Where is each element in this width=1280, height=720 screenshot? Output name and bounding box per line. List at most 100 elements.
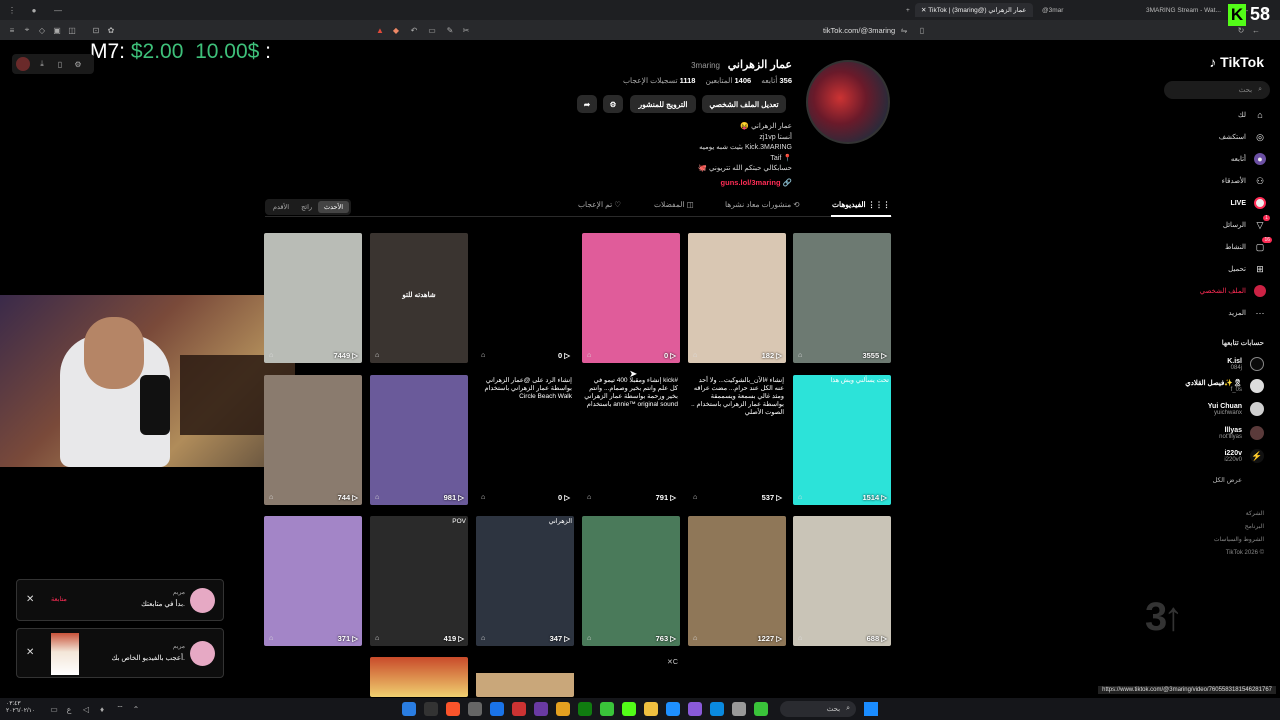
app-icon[interactable] (468, 702, 482, 716)
video-card[interactable]: ⌂ 7449 ▷ (264, 233, 362, 363)
video-card[interactable]: تحت يسألني ويش هذا ⌂ 1514 ▷ (793, 375, 891, 505)
edge-icon[interactable] (402, 702, 416, 716)
network-icon[interactable]: ⌔ (114, 703, 126, 715)
following-account[interactable]: Yui Chuan yuichwanx (1208, 402, 1264, 416)
location-icon[interactable]: ⌖ (21, 24, 33, 36)
browser-menu-icon[interactable]: ⋮ (6, 4, 18, 16)
sidebar-item-more[interactable]: المزيد ··· (1228, 305, 1266, 321)
url-field[interactable]: tikTok.com/@3maring (823, 26, 895, 35)
sort-oldest[interactable]: الأقدم (267, 201, 295, 213)
minimize-icon[interactable]: — (52, 4, 64, 16)
tab-icon[interactable]: ▣ (51, 24, 63, 36)
sidebar-icon[interactable]: ◫ (66, 24, 78, 36)
sidebar-item-friends[interactable]: الأصدقاء ⚇ (1222, 173, 1266, 189)
kick-icon[interactable] (622, 702, 636, 716)
video-card[interactable]: ⌂ 182 ▷ (688, 233, 786, 363)
video-card[interactable]: ⌂ 1227 ▷ (688, 516, 786, 646)
video-card[interactable]: ⌂ 371 ▷ (264, 516, 362, 646)
video-card[interactable]: ⌂ 0 ▷ (476, 233, 574, 363)
video-card[interactable]: ⌂ 744 ▷ (264, 375, 362, 505)
shield-icon[interactable]: ◆ (390, 24, 402, 36)
edit-icon[interactable]: ✎ (444, 24, 456, 36)
profile-avatar[interactable] (806, 60, 890, 144)
language-icon[interactable]: ع (63, 703, 75, 715)
back-icon[interactable]: ↶ (408, 24, 420, 36)
reader-icon[interactable]: ⇋ (898, 24, 910, 36)
tab-3mar[interactable]: @3mar (1036, 3, 1136, 17)
edit-profile-button[interactable]: تعديل الملف الشخصي (702, 95, 786, 113)
minecraft-icon[interactable] (600, 702, 614, 716)
tab-tiktok[interactable]: ✕ TikTok | (3maring@) عمار الزهراني (915, 3, 1033, 17)
tab-videos[interactable]: الفيديوهات ⋮⋮⋮ (832, 200, 890, 209)
following-account[interactable]: lllyas not'lllyas (1219, 426, 1264, 440)
app-icon[interactable] (512, 702, 526, 716)
video-card[interactable]: إنشاء ومقبلا 400 تيمو في kick# كل علم وا… (582, 375, 680, 505)
video-card[interactable]: إنشاء الرد على @عمار الزهراني بواسطة عما… (476, 375, 574, 505)
following-account[interactable]: K.isl 084j (1227, 357, 1264, 371)
sidebar-item-messages[interactable]: الرسائل ▽ 1 (1223, 215, 1270, 233)
sidebar-item-upload[interactable]: تحميل ⊞ (1228, 261, 1266, 277)
promote-post-button[interactable]: الترويج للمنشور (630, 95, 696, 113)
brave-icon[interactable]: ▲ (374, 24, 386, 36)
video-card[interactable]: إنشاء #الآن_بالشوكيت... ولا أحد عنه الكل… (688, 375, 786, 505)
video-card[interactable]: POV ⌂ 419 ▷ (370, 516, 468, 646)
video-card[interactable]: ⌂ 0 ▷ (582, 233, 680, 363)
bookmark-page-icon[interactable]: ▯ (916, 24, 928, 36)
taskbar-search[interactable]: بحث ⌕ (780, 701, 856, 717)
bookmark-icon[interactable]: ◇ (36, 24, 48, 36)
notification-icon[interactable]: ▭ (48, 703, 60, 715)
tab-favorites[interactable]: المفضلات ◫ (654, 200, 694, 209)
download-icon[interactable]: ⤓ (36, 58, 48, 70)
sidebar-item-foryou[interactable]: لك ⌂ (1238, 107, 1266, 123)
mic-icon[interactable]: ♦ (96, 703, 108, 715)
back-arrow-icon[interactable]: ← (1250, 24, 1262, 36)
search-icon[interactable]: ⌕ (1258, 86, 1262, 94)
sort-popular[interactable]: رائج (295, 201, 318, 213)
phone-icon[interactable]: ▯ (54, 58, 66, 70)
screen-icon[interactable]: ▭ (426, 24, 438, 36)
sidebar-item-profile[interactable]: الملف الشخصي (1200, 283, 1266, 299)
app-icon[interactable] (666, 702, 680, 716)
chrome-icon[interactable] (556, 702, 570, 716)
whatsapp-icon[interactable] (754, 702, 768, 716)
screenshot-icon[interactable]: ⊡ (90, 24, 102, 36)
settings-icon[interactable]: ⚙ (603, 95, 623, 113)
app-icon[interactable] (534, 702, 548, 716)
app-icon[interactable] (424, 702, 438, 716)
sidebar-item-activity[interactable]: النشاط ▢ 16 (1225, 237, 1272, 255)
sidebar-item-live[interactable]: LIVE (1230, 195, 1266, 211)
app-icon[interactable] (688, 702, 702, 716)
video-card[interactable]: ⌂ 3555 ▷ (793, 233, 891, 363)
show-all-link[interactable]: عرض الكل (1213, 476, 1242, 484)
following-account[interactable]: i220v i220v0 ⚡ (1224, 449, 1264, 463)
video-card[interactable] (476, 657, 574, 697)
video-card[interactable]: الزهراني ⌂ 347 ▷ (476, 516, 574, 646)
tab-reposts[interactable]: منشورات معاد نشرها ⟲ (725, 200, 800, 209)
app-icon[interactable] (490, 702, 504, 716)
settings-icon[interactable]: ⚙ (72, 58, 84, 70)
close-icon[interactable]: ✕ (921, 6, 928, 14)
windows-start-icon[interactable] (864, 702, 878, 716)
video-card[interactable]: ⌂ 981 ▷ (370, 375, 468, 505)
cut-icon[interactable]: ✂ (460, 24, 472, 36)
volume-icon[interactable]: ◁ (80, 703, 92, 715)
app-icon[interactable] (710, 702, 724, 716)
tab-stream[interactable]: 3MARING Stream - Wat... (1140, 3, 1228, 17)
brave-shield-icon[interactable]: ● (28, 4, 40, 16)
sort-latest[interactable]: الأحدث (318, 201, 350, 213)
video-card[interactable] (370, 657, 468, 697)
notification-like[interactable]: ✕ مريم أعجب بالفيديو الخاص بك. (16, 628, 224, 678)
search-input[interactable]: بحث ⌕ (1164, 81, 1270, 99)
xbox-icon[interactable] (578, 702, 592, 716)
taskbar-clock[interactable]: ٠٣:٤٣ ٢٠٢٦/٠٢/١٠ (6, 701, 35, 715)
tray-expand-icon[interactable]: ⌃ (130, 703, 142, 715)
profile-link[interactable]: guns.lol/3maring 🔗 (721, 178, 792, 187)
following-account[interactable]: فيصل القلادي✨🎗 f_0s (1185, 379, 1264, 393)
video-card[interactable]: شاهدته للتو ⌂ (370, 233, 468, 363)
avatar[interactable] (16, 57, 30, 71)
menu-icon[interactable]: ≡ (6, 24, 18, 36)
brave-icon[interactable] (446, 702, 460, 716)
video-card[interactable]: ⌂ 688 ▷ (793, 516, 891, 646)
folder-icon[interactable] (644, 702, 658, 716)
follow-back-button[interactable]: متابعة (51, 595, 67, 603)
